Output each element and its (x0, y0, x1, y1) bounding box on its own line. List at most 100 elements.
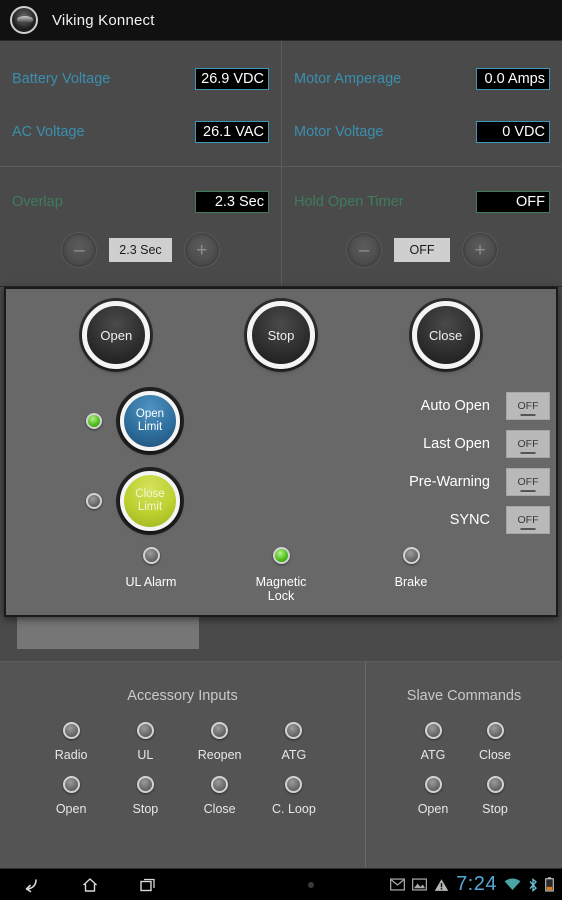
metrics-column-right: Motor Amperage 0.0 Amps Motor Voltage 0 … (281, 41, 562, 167)
slave-command-stop[interactable]: Stop (482, 776, 508, 816)
background-button-obscured[interactable] (17, 617, 199, 649)
auto-open-toggle[interactable]: OFF (506, 392, 550, 420)
brake-led (402, 547, 420, 564)
slave-command-atg[interactable]: ATG (421, 722, 445, 762)
hold-open-decrement-button[interactable]: – (346, 232, 382, 268)
status-led-brake: Brake (372, 547, 450, 603)
status-led-label: Magnetic Lock (255, 575, 307, 603)
ul-led (136, 722, 154, 739)
gmail-icon[interactable] (390, 878, 406, 891)
accessory-label: Close (203, 802, 236, 816)
slave-command-close[interactable]: Close (479, 722, 511, 762)
android-system-bar: 7:24 (0, 868, 562, 900)
metric-value: 26.1 VAC (195, 120, 269, 143)
accessory-label: Reopen (197, 748, 242, 762)
metric-value: 0.0 Amps (476, 67, 550, 90)
reopen-led (211, 722, 229, 739)
toggle-label: Auto Open (420, 398, 490, 414)
metric-row-ac-voltage: AC Voltage 26.1 VAC (12, 105, 269, 158)
bottom-section: Accessory Inputs Radio UL Reopen ATG Ope… (0, 662, 562, 868)
home-icon[interactable] (80, 875, 100, 895)
menu-dot-indicator (308, 881, 314, 888)
accessory-input-ul[interactable]: UL (136, 722, 154, 762)
slave-command-open[interactable]: Open (417, 776, 449, 816)
accessory-inputs-panel: Accessory Inputs Radio UL Reopen ATG Ope… (0, 662, 365, 868)
battery-icon[interactable] (545, 877, 554, 892)
open-limit-row: Open Limit (86, 381, 306, 461)
last-open-toggle[interactable]: OFF (506, 430, 550, 458)
close-limit-button[interactable]: Close Limit (120, 471, 180, 531)
accessory-label: C. Loop (271, 802, 316, 816)
open-button[interactable]: Open (82, 301, 151, 369)
accessory-input-c-loop[interactable]: C. Loop (272, 776, 316, 816)
wifi-icon[interactable] (504, 878, 521, 891)
status-led-label: UL Alarm (125, 575, 177, 589)
back-icon[interactable] (22, 875, 42, 895)
status-led-row: UL Alarm Magnetic Lock Brake (6, 547, 556, 603)
metric-row-motor-voltage: Motor Voltage 0 VDC (294, 105, 550, 158)
slave-commands-title: Slave Commands (406, 688, 522, 704)
open-limit-label-line2: Limit (137, 421, 163, 433)
hold-open-stepper-value[interactable]: OFF (394, 238, 450, 262)
overlap-increment-button[interactable]: + (183, 232, 220, 268)
accessory-label: ATG (281, 748, 307, 762)
overlap-decrement-button[interactable]: – (61, 232, 98, 268)
slave-commands-grid: ATG Close Open Stop (366, 722, 562, 816)
bluetooth-icon[interactable] (528, 877, 538, 892)
toggle-label: SYNC (449, 512, 490, 528)
slave-commands-panel: Slave Commands ATG Close Open Stop (365, 662, 562, 868)
metric-label: Motor Amperage (294, 70, 402, 87)
status-icons: 7:24 (390, 873, 562, 896)
accessory-input-close[interactable]: Close (204, 776, 236, 816)
slave-atg-led (424, 722, 442, 739)
app-title: Viking Konnect (52, 11, 155, 29)
timer-row-overlap: Overlap 2.3 Sec (12, 176, 269, 228)
c-loop-led (285, 776, 303, 793)
slave-stop-led (486, 776, 504, 793)
timers-section: Overlap 2.3 Sec – 2.3 Sec + Hold Open Ti… (0, 167, 562, 287)
metric-row-motor-amperage: Motor Amperage 0.0 Amps (294, 52, 550, 105)
warning-icon[interactable] (434, 878, 449, 892)
limit-controls: Open Limit Close Limit (6, 381, 306, 541)
pre-warning-toggle[interactable]: OFF (506, 468, 550, 496)
ul-alarm-led (142, 547, 160, 564)
close-limit-row: Close Limit (86, 461, 306, 541)
recents-icon[interactable] (138, 875, 158, 895)
toggle-label: Pre-Warning (409, 474, 490, 490)
timer-label: Hold Open Timer (294, 194, 404, 210)
close-button[interactable]: Close (411, 301, 480, 369)
metrics-column-left: Battery Voltage 26.9 VDC AC Voltage 26.1… (0, 41, 281, 167)
accessory-input-stop[interactable]: Stop (132, 776, 159, 816)
radio-led (62, 722, 80, 739)
open-led (62, 776, 80, 793)
metric-value: 0 VDC (476, 120, 550, 143)
accessory-input-radio[interactable]: Radio (54, 722, 88, 762)
accessory-input-reopen[interactable]: Reopen (198, 722, 242, 762)
metric-value: 26.9 VDC (195, 67, 269, 90)
status-led-ul-alarm: UL Alarm (112, 547, 190, 603)
overlap-stepper-value[interactable]: 2.3 Sec (109, 238, 172, 262)
close-limit-label-line1: Close (135, 488, 165, 500)
screenshot-icon[interactable] (412, 878, 428, 891)
overlap-stepper: – 2.3 Sec + (12, 232, 269, 268)
accessory-input-atg[interactable]: ATG (281, 722, 306, 762)
open-limit-label-line1: Open (135, 408, 165, 420)
accessory-label: Stop (132, 802, 159, 816)
accessory-input-open[interactable]: Open (56, 776, 86, 816)
timer-column-hold-open: Hold Open Timer OFF – OFF + (281, 167, 562, 286)
accessory-label: Radio (54, 748, 88, 762)
slave-label: Open (417, 802, 449, 816)
timer-column-overlap: Overlap 2.3 Sec – 2.3 Sec + (0, 167, 281, 286)
open-limit-button[interactable]: Open Limit (120, 391, 180, 451)
status-led-magnetic-lock: Magnetic Lock (242, 547, 320, 603)
hold-open-increment-button[interactable]: + (462, 232, 498, 268)
metric-label: AC Voltage (12, 123, 85, 140)
slave-open-led (424, 776, 442, 793)
timer-value: OFF (476, 191, 550, 213)
status-clock: 7:24 (456, 873, 497, 895)
accessory-label: UL (137, 748, 154, 762)
sync-toggle[interactable]: OFF (506, 506, 550, 534)
timer-label: Overlap (12, 194, 63, 210)
magnetic-lock-led (272, 547, 290, 564)
stop-button[interactable]: Stop (246, 301, 315, 369)
